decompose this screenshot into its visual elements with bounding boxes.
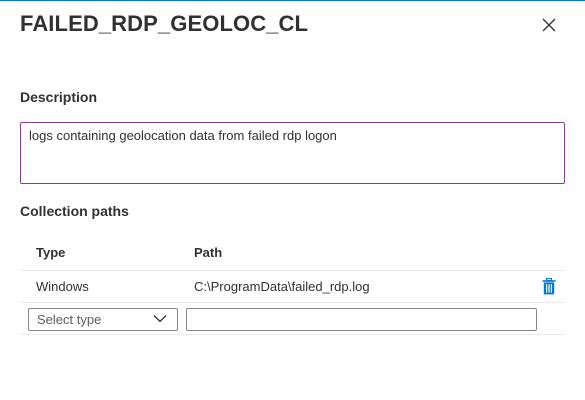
row-type-cell: Windows bbox=[36, 279, 89, 294]
collection-paths-label: Collection paths bbox=[20, 203, 129, 219]
grid-header: Type Path bbox=[20, 236, 565, 271]
type-select[interactable]: Select type bbox=[28, 308, 178, 331]
close-icon bbox=[542, 18, 556, 32]
type-select-placeholder: Select type bbox=[37, 312, 102, 327]
new-path-row: Select type bbox=[20, 303, 565, 335]
panel-title: FAILED_RDP_GEOLOC_CL bbox=[20, 11, 309, 36]
chevron-down-icon bbox=[153, 315, 167, 323]
row-path-cell: C:\ProgramData\failed_rdp.log bbox=[194, 279, 370, 294]
column-header-path: Path bbox=[194, 245, 223, 260]
trash-icon bbox=[542, 277, 556, 295]
close-button[interactable] bbox=[539, 15, 559, 35]
top-accent-line bbox=[0, 0, 585, 1]
description-textarea[interactable]: logs containing geolocation data from fa… bbox=[20, 122, 565, 184]
custom-log-panel: FAILED_RDP_GEOLOC_CL Description logs co… bbox=[0, 0, 585, 400]
delete-row-button[interactable] bbox=[542, 277, 558, 296]
description-label: Description bbox=[20, 89, 98, 105]
collection-paths-grid: Type Path Windows C:\ProgramData\failed_… bbox=[20, 236, 565, 335]
table-row: Windows C:\ProgramData\failed_rdp.log bbox=[20, 271, 565, 303]
column-header-type: Type bbox=[36, 245, 66, 260]
path-input[interactable] bbox=[186, 308, 537, 331]
